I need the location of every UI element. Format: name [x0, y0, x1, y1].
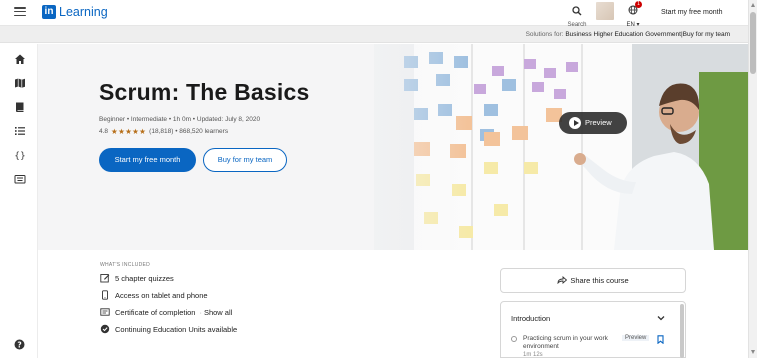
- course-rating: 4.8 ★★★★★ (18,818) • 868,520 learners: [99, 127, 228, 136]
- solutions-prefix: Solutions for:: [525, 31, 564, 38]
- help-icon[interactable]: ?: [14, 339, 25, 350]
- search-icon: [572, 6, 582, 16]
- preview-label: Preview: [585, 118, 612, 127]
- avatar[interactable]: [596, 2, 614, 20]
- included-item-quizzes: 5 chapter quizzes: [100, 273, 174, 283]
- rating-count: (18,818): [149, 128, 174, 135]
- whats-included-heading: WHAT'S INCLUDED: [100, 262, 151, 268]
- svg-text:{}: {}: [14, 152, 25, 162]
- home-icon[interactable]: [14, 53, 26, 65]
- preview-badge: Preview: [622, 335, 650, 341]
- included-item-separator: ·: [199, 307, 202, 317]
- page-scrollbar[interactable]: [748, 0, 757, 358]
- scrollbar-thumb[interactable]: [750, 12, 756, 74]
- video-title: Practicing scrum in your work environmen…: [523, 335, 608, 350]
- solutions-bar: Solutions for: Business Higher Education…: [0, 26, 748, 43]
- included-item-label: 5 chapter quizzes: [115, 273, 174, 283]
- solutions-buy-for-team-link[interactable]: Buy for my team: [683, 31, 730, 38]
- toc-video-item[interactable]: Practicing scrum in your work environmen…: [511, 335, 623, 351]
- included-item-ceu: Continuing Education Units available: [100, 324, 237, 334]
- included-item-label: Continuing Education Units available: [115, 324, 238, 334]
- share-icon: [557, 276, 568, 285]
- whats-included: WHAT'S INCLUDED 5 chapter quizzes Access…: [100, 262, 237, 334]
- share-label: Share this course: [570, 276, 629, 285]
- video-duration: 1m 12s: [523, 352, 543, 358]
- included-item-certificate: Certificate of completion · Show all: [100, 307, 232, 317]
- course-title: Scrum: The Basics: [99, 79, 310, 105]
- keyboard-icon[interactable]: [14, 173, 26, 185]
- scroll-up-icon[interactable]: [751, 3, 755, 7]
- learner-count: • 868,520 learners: [175, 128, 229, 135]
- course-meta: Beginner • Intermediate • 1h 0m • Update…: [99, 116, 261, 123]
- badge-icon: [100, 324, 110, 334]
- included-item-label: Access on tablet and phone: [115, 290, 208, 300]
- chevron-down-icon[interactable]: [656, 314, 666, 322]
- course-hero: Scrum: The Basics Beginner • Intermediat…: [38, 44, 748, 250]
- rating-value: 4.8: [99, 128, 109, 135]
- preview-button[interactable]: Preview: [559, 112, 627, 134]
- contents-scrollbar[interactable]: [680, 304, 684, 358]
- solutions-business-link[interactable]: Business: [565, 31, 591, 38]
- map-icon[interactable]: [14, 77, 26, 89]
- share-course-button[interactable]: Share this course: [500, 268, 686, 293]
- scroll-down-icon[interactable]: [751, 350, 755, 354]
- certificate-icon: [100, 308, 110, 316]
- show-all-link[interactable]: Show all: [204, 308, 232, 317]
- linkedin-logo-mark: in: [42, 5, 56, 19]
- course-contents: Introduction Practicing scrum in your wo…: [500, 301, 686, 358]
- phone-icon: [102, 290, 108, 300]
- svg-text:?: ?: [17, 340, 21, 349]
- top-navigation-bar: in Learning Search 1 EN ▾ Start my free …: [0, 0, 748, 28]
- included-item-devices: Access on tablet and phone: [100, 290, 208, 300]
- menu-icon[interactable]: [14, 7, 26, 17]
- code-braces-icon[interactable]: {}: [14, 149, 26, 162]
- start-free-month-button[interactable]: Start my free month: [99, 148, 196, 172]
- included-item-label: Certificate of completion: [115, 307, 196, 317]
- bookmark-icon[interactable]: [657, 335, 664, 344]
- start-free-month-link[interactable]: Start my free month: [661, 9, 722, 16]
- linkedin-learning-logo[interactable]: in Learning: [42, 5, 108, 19]
- list-icon[interactable]: [14, 125, 26, 137]
- chapter-title[interactable]: Introduction: [511, 314, 550, 323]
- book-icon[interactable]: [14, 101, 26, 113]
- left-rail: {}: [0, 44, 38, 358]
- solutions-government-link[interactable]: Government: [645, 31, 681, 38]
- star-rating-icon: ★★★★★: [111, 127, 147, 136]
- notification-badge: 1: [635, 1, 642, 8]
- solutions-higher-education-link[interactable]: Higher Education: [594, 31, 644, 38]
- status-circle-icon: [511, 336, 517, 342]
- edit-icon: [100, 274, 110, 283]
- buy-for-team-button[interactable]: Buy for my team: [203, 148, 287, 172]
- search-button[interactable]: Search: [566, 3, 588, 28]
- play-icon: [569, 117, 581, 129]
- language-selector[interactable]: 1 EN ▾: [624, 1, 642, 28]
- logo-text: Learning: [59, 5, 108, 19]
